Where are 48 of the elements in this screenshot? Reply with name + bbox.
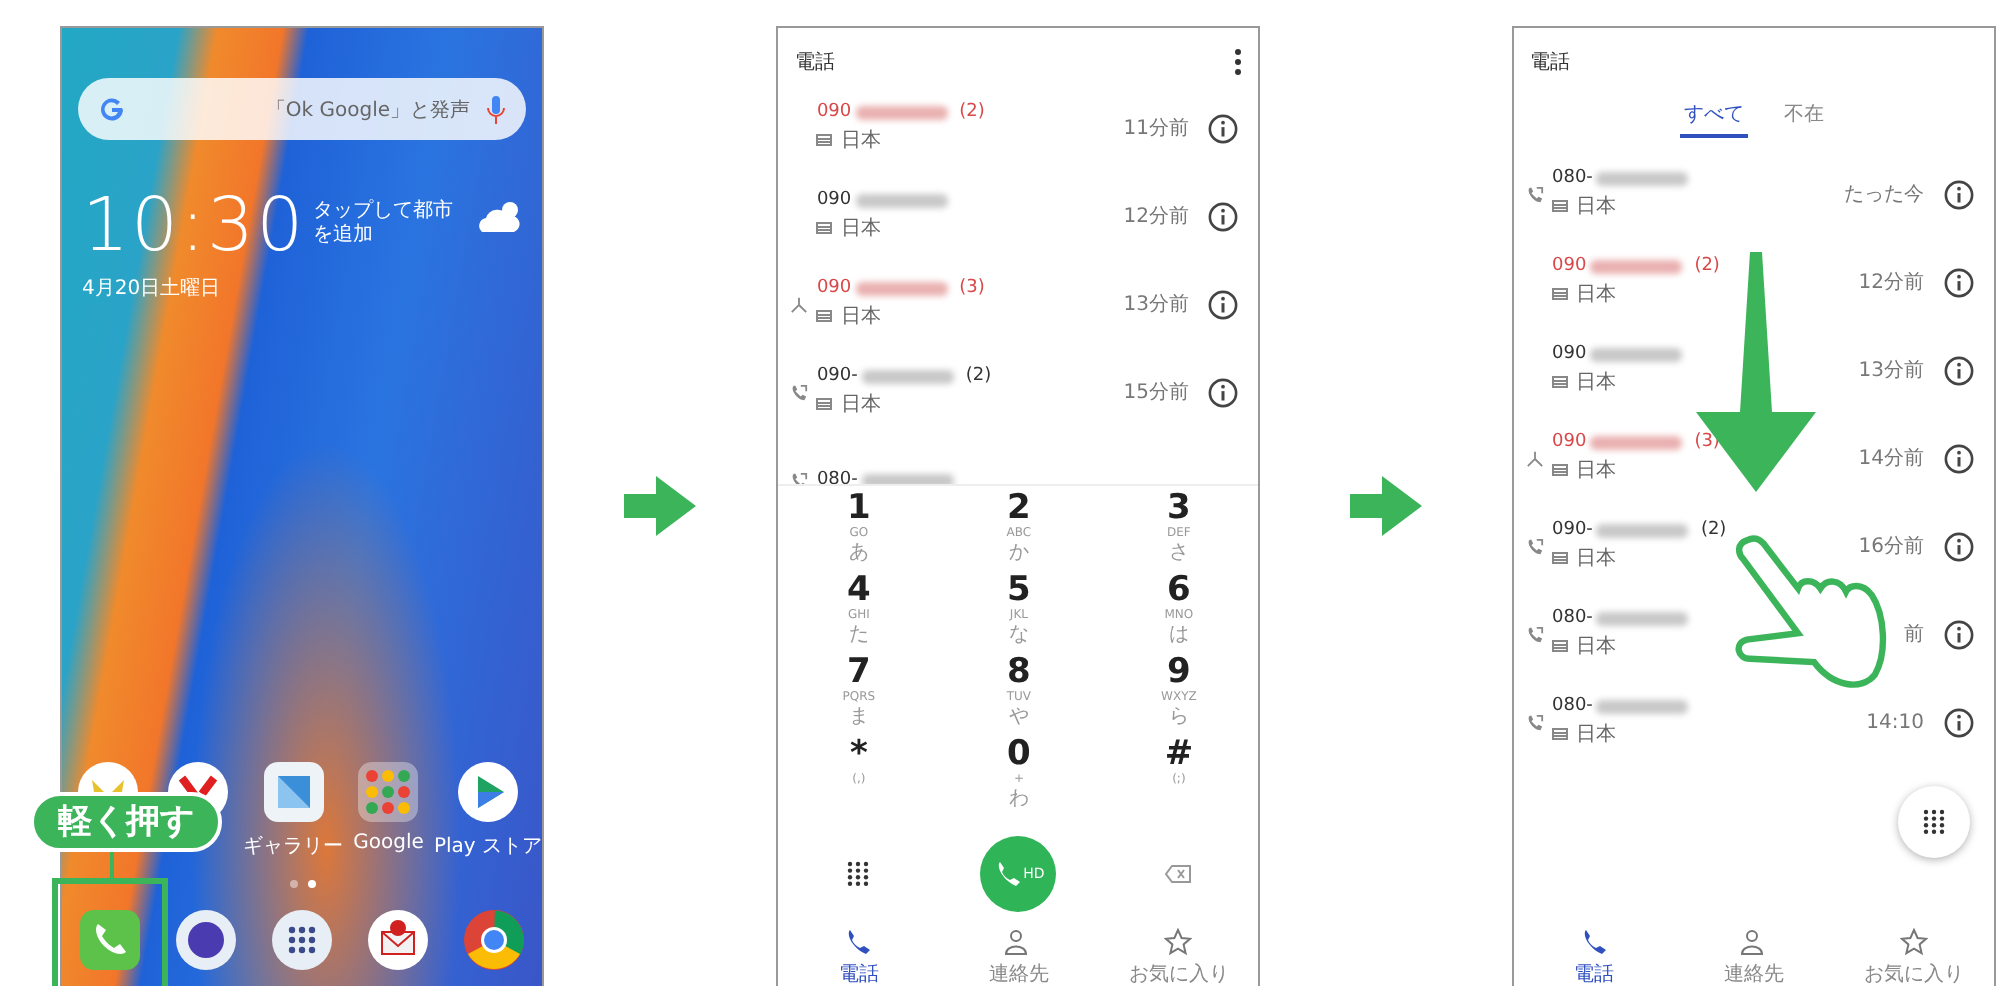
phone-number: 090 <box>816 102 852 122</box>
press-hint-tooltip: 軽く押す <box>30 792 222 853</box>
call-location: 日本 <box>1576 545 1616 572</box>
phone-number: 090 <box>1552 432 1587 452</box>
call-time: 14:10 <box>1866 711 1924 733</box>
call-count: (3) <box>959 278 985 298</box>
call-count: (2) <box>1700 520 1727 540</box>
screen-title: 電話 <box>1530 49 1570 76</box>
call-location: 日本 <box>1576 369 1616 396</box>
call-location: 日本 <box>1576 193 1616 220</box>
phone-number: 090 <box>1552 256 1587 276</box>
screen-title: 電話 <box>794 49 835 76</box>
call-location: 日本 <box>1576 633 1616 660</box>
call-count: (2) <box>959 102 985 122</box>
call-location: 日本 <box>840 215 881 242</box>
call-time: 12分前 <box>1123 204 1189 230</box>
phone-number: 080- <box>1552 168 1593 188</box>
phone-number: 080- <box>1552 608 1593 628</box>
phone-number: 080- <box>816 470 858 484</box>
call-location: 日本 <box>1576 721 1616 748</box>
call-count: (2) <box>1694 256 1720 276</box>
call-count: (2) <box>965 366 992 386</box>
call-time: 前 <box>1904 622 1924 648</box>
call-time: 13分前 <box>1123 292 1189 318</box>
date: 4月20日土曜日 <box>82 275 223 302</box>
call-time: 12分前 <box>1858 270 1924 296</box>
search-placeholder: 「Ok Google」と発声 <box>263 97 470 123</box>
call-time: 15分前 <box>1123 380 1189 406</box>
clock: 10:30 <box>82 188 306 262</box>
phone-number: 090- <box>1552 520 1593 540</box>
call-time: 14分前 <box>1858 446 1924 472</box>
app-label: Google <box>353 832 424 854</box>
phone-number: 080- <box>1552 696 1593 716</box>
phone-number: 090 <box>1552 344 1587 364</box>
call-location: 日本 <box>1576 457 1616 484</box>
call-time: 13分前 <box>1858 358 1924 384</box>
call-location: 日本 <box>1576 281 1616 308</box>
call-time: 16分前 <box>1858 534 1924 560</box>
phone-number: 090- <box>816 366 858 386</box>
phone-number: 090 <box>816 190 852 210</box>
call-location: 日本 <box>840 303 881 330</box>
app-label: ギャラリー <box>243 834 344 860</box>
call-location: 日本 <box>840 127 881 154</box>
call-location: 日本 <box>840 391 881 418</box>
call-time: たった今 <box>1844 182 1924 208</box>
call-time: 11分前 <box>1123 116 1189 142</box>
app-label: Play ストア <box>433 834 542 860</box>
phone-number: 090 <box>816 278 852 298</box>
